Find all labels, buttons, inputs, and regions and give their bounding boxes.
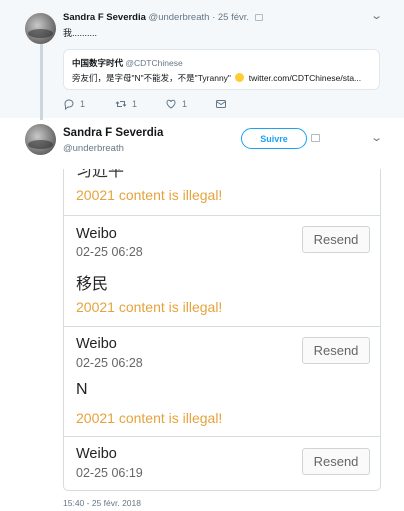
tweet-actions: 1 1 1 [63, 98, 243, 112]
tweet-text: 我.......... [63, 28, 98, 38]
quoted-author-name: 中国数字时代 [72, 58, 124, 68]
message-content: N [76, 381, 88, 398]
direct-message-button[interactable] [215, 98, 227, 110]
message-time: 02-25 06:19 [76, 466, 143, 480]
author-handle[interactable]: @underbreath [149, 12, 210, 23]
error-message: 20021 content is illegal! [76, 187, 223, 203]
reply-button[interactable]: 1 [63, 98, 85, 110]
attached-image[interactable]: 习近平 20021 content is illegal! Weibo 02-2… [63, 169, 381, 491]
chevron-down-icon[interactable]: ⌄ [370, 131, 383, 144]
avatar[interactable] [25, 13, 56, 44]
quoted-link[interactable]: twitter.com/CDTChinese/sta... [249, 73, 361, 83]
direct-message-icon [216, 100, 226, 108]
quoted-tweet[interactable]: 中国数字时代 @CDTChinese 旁友们，是字母"N"不能发，不是"Tyra… [63, 49, 380, 90]
tweet-header: Sandra F Severdia @underbreath · 25 févr… [63, 12, 263, 23]
tweet-date[interactable]: 25 févr. [218, 12, 249, 23]
reply-icon [64, 99, 74, 110]
message-time: 02-25 06:28 [76, 356, 143, 370]
parent-tweet[interactable]: Sandra F Severdia @underbreath · 25 févr… [0, 0, 404, 120]
author-handle[interactable]: @underbreath [63, 143, 124, 154]
quoted-tweet-text: 旁友们，是字母"N"不能发，不是"Tyranny" twitter.com/CD… [72, 72, 376, 84]
translate-badge-icon [311, 134, 320, 142]
message-time: 02-25 06:28 [76, 245, 143, 259]
error-message: 20021 content is illegal! [76, 410, 223, 426]
author-name[interactable]: Sandra F Severdia [63, 12, 146, 23]
separator-dot: · [212, 12, 216, 23]
resend-button[interactable]: Resend [302, 448, 370, 475]
follow-button[interactable]: Suivre [241, 128, 307, 149]
thread-line [40, 44, 43, 120]
reply-count: 1 [80, 99, 86, 109]
retweet-count: 1 [132, 99, 138, 109]
retweet-button[interactable]: 1 [115, 98, 137, 110]
retweet-icon [115, 101, 127, 107]
divider [64, 436, 380, 437]
message-source: Weibo [76, 226, 117, 242]
quoted-author-handle: @CDTChinese [125, 58, 183, 68]
message-content: 移民 [76, 276, 109, 293]
resend-button[interactable]: Resend [302, 226, 370, 253]
like-button[interactable]: 1 [165, 98, 187, 110]
like-count: 1 [182, 99, 188, 109]
translate-badge-icon [254, 14, 263, 21]
author-name[interactable]: Sandra F Severdia [63, 127, 163, 139]
divider [64, 326, 380, 327]
avatar[interactable] [25, 124, 56, 155]
error-message: 20021 content is illegal! [76, 299, 223, 315]
cropped-message-content: 习近平 [76, 169, 125, 180]
emoji-icon [235, 73, 245, 82]
divider [64, 215, 380, 216]
tweet-timestamp[interactable]: 15:40 - 25 févr. 2018 [63, 498, 141, 508]
message-source: Weibo [76, 336, 117, 352]
resend-button[interactable]: Resend [302, 337, 370, 364]
chevron-down-icon[interactable]: ⌄ [370, 9, 383, 22]
message-source: Weibo [76, 446, 117, 462]
like-icon [166, 99, 176, 109]
quoted-tweet-header: 中国数字时代 @CDTChinese [72, 57, 183, 69]
quoted-text-main: 旁友们，是字母"N"不能发，不是"Tyranny" [72, 73, 231, 83]
